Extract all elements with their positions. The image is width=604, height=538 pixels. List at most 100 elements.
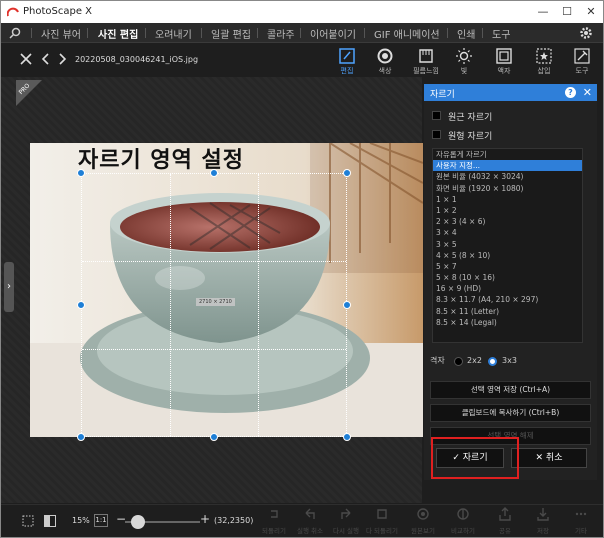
gear-icon[interactable] [579,26,593,40]
zoom-out-button[interactable]: − [116,512,126,526]
tab-batch-edit[interactable]: 일괄 편집 [211,26,251,41]
tool-color[interactable]: 색상 [365,47,405,77]
redo-button[interactable]: 다시 실행 [330,507,362,535]
tool-edit[interactable]: 편집 [327,47,367,77]
more-button[interactable]: 기타 [565,507,597,535]
light-icon [456,48,472,64]
crop-handle-right[interactable] [343,301,351,309]
copy-clipboard-button[interactable]: 클립보드에 복사하기 (Ctrl+B) [430,404,591,422]
round-crop-checkbox[interactable] [432,130,441,139]
menu-separator [300,28,301,38]
tool-tools[interactable]: 도구 [562,47,602,77]
tab-combine[interactable]: 이어붙이기 [310,26,356,41]
split-view-icon[interactable] [43,514,57,528]
round-crop-label: 원형 자르기 [448,132,493,142]
crop-handle-bottom-left[interactable] [77,433,85,441]
maximize-button[interactable]: ☐ [558,4,576,20]
tool-label: 편집 [340,67,354,75]
ratio-option-selected[interactable]: 사용자 지정... [433,160,582,172]
zoom-slider-knob[interactable] [131,515,145,529]
tab-photo-edit[interactable]: 사진 편집 [98,26,138,41]
tool-film[interactable]: 필름느낌 [406,47,446,77]
search-icon[interactable] [9,27,21,39]
save-button[interactable]: 저장 [527,507,559,535]
bottom-tool-label: 다시 실행 [333,527,359,535]
toolbar: 20220508_030046241_iOS.jpg 편집 색상 필름느낌 빛 [1,44,603,76]
revert-all-button[interactable]: 다 되돌리기 [366,507,398,535]
sidebar-toggle-handle[interactable]: › [4,262,14,312]
tab-cut-out[interactable]: 오려내기 [155,26,192,41]
actual-size-button[interactable]: 1:1 [94,514,108,527]
tool-label: 색상 [378,67,392,75]
frame-icon [496,48,512,64]
ratio-list[interactable]: 자유롭게 자르기 사용자 지정... 원본 비율 (4032 × 3024) 화… [432,148,583,343]
ratio-option[interactable]: 8.3 × 11.7 (A4, 210 × 297) [433,294,582,305]
redo-icon [341,508,351,519]
menu-separator [257,28,258,38]
bottom-tool-label: 저장 [537,527,549,535]
zoom-level: 15% [72,516,90,525]
minimize-button[interactable]: — [534,4,552,20]
ratio-option[interactable]: 자유롭게 자르기 [433,149,582,160]
tools-icon [574,48,590,64]
tool-frame[interactable]: 액자 [484,47,524,77]
app-title: PhotoScape X [23,6,93,17]
ratio-option[interactable]: 원본 비율 (4032 × 3024) [433,171,582,182]
perspective-crop-checkbox[interactable] [432,111,441,120]
chevron-left-icon[interactable] [39,52,53,66]
grid-label: 격자 [430,356,445,365]
help-icon[interactable]: ? [565,87,576,98]
compare-button[interactable]: 비교하기 [447,507,479,535]
tool-label: 도구 [575,67,589,75]
ratio-option[interactable]: 5 × 8 (10 × 16) [433,272,582,283]
panel-close-icon[interactable]: ✕ [583,86,592,99]
ratio-option[interactable]: 3 × 5 [433,239,582,250]
crop-gridline [170,174,171,436]
undo-button[interactable]: 실행 취소 [294,507,326,535]
tool-light[interactable]: 빛 [444,47,484,77]
color-icon [377,48,393,64]
ratio-option[interactable]: 화면 비율 (1920 × 1080) [433,183,582,194]
revert-button[interactable]: 되돌리기 [258,507,290,535]
menu-separator [145,28,146,38]
tab-tools[interactable]: 도구 [492,26,510,41]
ratio-option[interactable]: 8.5 × 11 (Letter) [433,306,582,317]
close-icon: ✕ [535,453,544,463]
ratio-option[interactable]: 5 × 7 [433,261,582,272]
tab-print[interactable]: 인쇄 [457,26,475,41]
tab-collage[interactable]: 콜라주 [267,26,295,41]
zoom-in-button[interactable]: + [200,512,210,526]
ratio-option[interactable]: 1 × 1 [433,194,582,205]
grid-3x3-radio[interactable] [488,357,497,366]
tool-insert[interactable]: 삽입 [524,47,564,77]
tool-label: 빛 [460,67,468,75]
tab-photo-viewer[interactable]: 사진 뷰어 [41,26,81,41]
ratio-option[interactable]: 3 × 4 [433,227,582,238]
grid-2x2-radio[interactable] [454,357,463,366]
ratio-option[interactable]: 4 × 5 (8 × 10) [433,250,582,261]
share-button[interactable]: 공유 [489,507,521,535]
ratio-option[interactable]: 2 × 3 (4 × 6) [433,216,582,227]
tool-label: 액자 [497,67,511,75]
pro-badge: PRO [16,80,42,106]
crop-handle-bottom-right[interactable] [343,433,351,441]
save-selection-button[interactable]: 선택 영역 저장 (Ctrl+A) [430,381,591,399]
crop-cancel-label: 취소 [545,453,563,463]
close-icon[interactable] [19,52,33,66]
crop-handle-top-right[interactable] [343,169,351,177]
bottom-tool-label: 되돌리기 [262,527,286,535]
tab-gif-animation[interactable]: GIF 애니메이션 [374,26,440,41]
close-window-button[interactable]: ✕ [582,4,600,20]
more-icon [575,512,587,516]
ratio-option[interactable]: 16 × 9 (HD) [433,283,582,294]
title-bar: PhotoScape X — ☐ ✕ [1,1,603,23]
original-view-button[interactable]: 원본보기 [407,507,439,535]
crop-select-icon[interactable] [21,514,35,528]
ratio-option[interactable]: 1 × 2 [433,205,582,216]
crop-handle-left[interactable] [77,301,85,309]
menu-separator [87,28,88,38]
crop-handle-bottom[interactable] [210,433,218,441]
crop-cancel-button[interactable]: ✕ 취소 [511,448,587,468]
chevron-right-icon[interactable] [55,52,69,66]
ratio-option[interactable]: 8.5 × 14 (Legal) [433,317,582,328]
